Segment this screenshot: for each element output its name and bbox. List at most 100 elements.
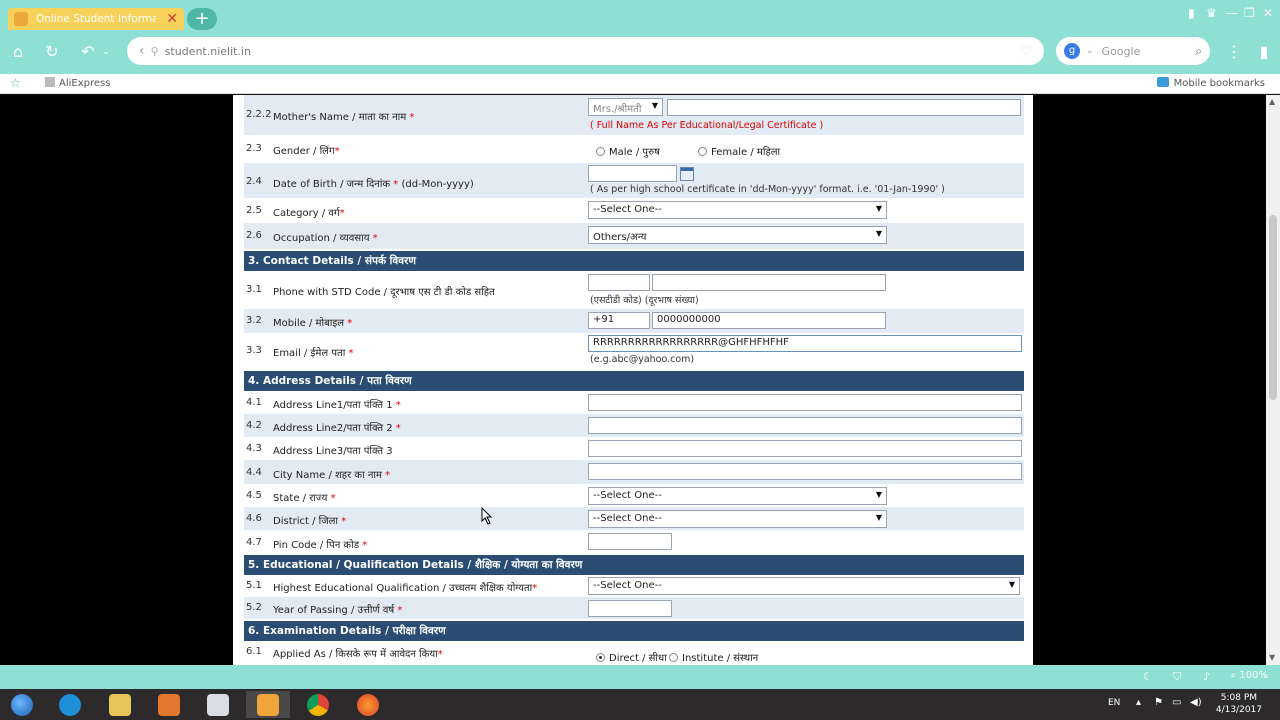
row-gender: 2.3 Gender / लिंग* Male / पुरुष Female /… <box>244 135 1024 163</box>
state-select-value: --Select One-- <box>593 490 662 501</box>
network-icon[interactable]: ▭ <box>1172 697 1181 708</box>
taskbar-chrome[interactable] <box>296 691 340 718</box>
mobile-number-input[interactable]: 0000000000 <box>652 312 886 329</box>
undo-dropdown-icon[interactable]: ⌄ <box>94 40 118 64</box>
title-select[interactable]: Mrs./श्रीमती ▼ <box>588 98 663 116</box>
scroll-down-icon[interactable]: ▼ <box>1269 653 1275 662</box>
field-label: Occupation / व्यवसाय * <box>273 230 378 244</box>
gender-male-radio[interactable]: Male / पुरुष <box>596 144 660 158</box>
address-line1-input[interactable] <box>588 394 1022 411</box>
row-address-line1: 4.1 Address Line1/पता पंक्ति 1 * <box>244 391 1024 414</box>
row-city-name: 4.4 City Name / शहर का नाम * <box>244 460 1024 484</box>
bookmark-aliexpress[interactable]: AliExpress <box>45 77 110 89</box>
date-of-birth-input[interactable] <box>588 165 677 182</box>
std-code-input[interactable] <box>588 274 650 291</box>
email-input[interactable]: RRRRRRRRRRRRRRRRRR@GHFHFHFHF <box>588 335 1022 352</box>
restore-icon[interactable]: ❐ <box>1244 6 1255 20</box>
label-text: Highest Educational Qualification / उच्च… <box>273 583 533 594</box>
country-code-input[interactable]: +91 <box>588 312 650 329</box>
scrollbar-thumb[interactable] <box>1269 215 1277 400</box>
mothers-name-input[interactable] <box>667 99 1021 116</box>
row-number: 4.1 <box>246 397 262 408</box>
tab-online-student-information[interactable]: Online Student Information ✕ <box>8 8 184 30</box>
volume-icon[interactable]: ◀) <box>1190 697 1202 708</box>
highest-qualification-select[interactable]: --Select One-- ▼ <box>588 577 1020 595</box>
district-select[interactable]: --Select One-- ▼ <box>588 510 887 528</box>
taskbar-internet-explorer[interactable] <box>48 691 92 718</box>
flag-icon[interactable]: ⚑ <box>1154 697 1163 708</box>
dropdown-arrow-icon: ▼ <box>1008 580 1015 589</box>
language-indicator[interactable]: EN <box>1108 698 1120 708</box>
speaker-icon[interactable]: ♪ <box>1203 670 1210 683</box>
row-number: 4.2 <box>246 420 262 431</box>
address-line2-input[interactable] <box>588 417 1022 434</box>
row-number: 2.5 <box>246 205 262 216</box>
taskbar-media-player[interactable] <box>147 691 191 718</box>
scroll-up-icon[interactable]: ▲ <box>1269 97 1275 106</box>
taskbar-calculator[interactable] <box>196 691 240 718</box>
radio-circle[interactable] <box>596 147 605 156</box>
date-of-birth-hint: ( As per high school certificate in 'dd-… <box>590 184 945 195</box>
taskbar-file-explorer[interactable] <box>98 691 142 718</box>
occupation-select[interactable]: Others/अन्य ▼ <box>588 226 887 244</box>
home-icon[interactable]: ⌂ <box>6 40 30 64</box>
row-number: 4.5 <box>246 490 262 501</box>
label-text: Date of Birth / जन्म दिनांक <box>273 179 394 190</box>
field-label: Mother's Name / माता का नाम * <box>273 109 414 123</box>
night-mode-icon[interactable]: ☾ <box>1143 670 1153 683</box>
radio-label: Direct / सीधा <box>609 653 667 664</box>
label-text: Address Line1/पता पंक्ति 1 <box>273 400 396 411</box>
search-icon[interactable]: ⌕ <box>1195 44 1202 59</box>
label-text: Gender / लिंग <box>273 146 335 157</box>
search-engine-dropdown-icon[interactable]: ⌄ <box>1086 46 1094 56</box>
gender-female-radio[interactable]: Female / महिला <box>698 144 780 158</box>
applied-as-direct-radio[interactable]: Direct / सीधा <box>596 650 667 664</box>
field-label: Category / वर्ग* <box>273 205 345 219</box>
shield-icon[interactable]: ⛉ <box>1173 670 1181 684</box>
minimize-icon[interactable]: — <box>1226 6 1238 20</box>
applied-as-institute-radio[interactable]: Institute / संस्थान <box>669 650 758 664</box>
year-of-passing-input[interactable] <box>588 600 672 617</box>
radio-circle[interactable] <box>698 147 707 156</box>
required-mark: * <box>409 112 415 123</box>
state-select[interactable]: --Select One-- ▼ <box>588 487 887 505</box>
more-menu-icon[interactable]: ⋮ <box>1222 40 1246 64</box>
new-tab-button[interactable]: + <box>187 8 217 30</box>
show-hidden-icons-icon[interactable]: ▴ <box>1136 697 1141 708</box>
field-label: Address Line3/पता पंक्ति 3 <box>273 446 393 457</box>
reload-icon[interactable]: ↻ <box>40 40 64 64</box>
row-number: 2.6 <box>246 230 262 241</box>
bookmark-star-icon[interactable]: ☆ <box>10 76 21 90</box>
city-name-input[interactable] <box>588 463 1022 480</box>
vertical-scrollbar[interactable]: ▲ ▼ <box>1266 95 1280 665</box>
title-select-value: Mrs./श्रीमती <box>593 104 642 115</box>
label-text: Pin Code / पिन कोड <box>273 540 363 551</box>
start-button[interactable] <box>0 691 44 718</box>
radio-circle-selected[interactable] <box>596 653 605 662</box>
taskbar-browser[interactable] <box>246 691 290 718</box>
taskbar-firefox[interactable] <box>346 691 390 718</box>
radio-circle[interactable] <box>669 653 678 662</box>
phone-number-input[interactable] <box>652 274 886 291</box>
system-clock[interactable]: 5:08 PM 4/13/2017 <box>1216 692 1262 716</box>
category-select[interactable]: --Select One-- ▼ <box>588 201 887 219</box>
address-line3-input[interactable] <box>588 440 1022 457</box>
search-box[interactable]: g ⌄ Google ⌕ <box>1056 37 1210 65</box>
browser-status-bar: ☾ ⛉ ♪ ⌕ 100% <box>0 665 1280 689</box>
favorite-icon[interactable]: ♡ <box>1020 44 1032 59</box>
row-pin-code: 4.7 Pin Code / पिन कोड * <box>244 530 1024 554</box>
zoom-level[interactable]: ⌕ 100% <box>1231 670 1268 681</box>
system-tray: EN ▴ ⚑ ▭ ◀) 5:08 PM 4/13/2017 <box>1080 689 1280 720</box>
back-icon[interactable]: ‹ <box>139 43 145 59</box>
sidebar-toggle-icon[interactable]: ▮ <box>1252 40 1276 64</box>
menu-icon[interactable]: ▮ <box>1188 6 1195 20</box>
close-window-icon[interactable]: ✕ <box>1263 6 1273 20</box>
close-tab-icon[interactable]: ✕ <box>166 11 178 27</box>
pin-code-input[interactable] <box>588 533 672 550</box>
address-bar[interactable]: ‹ ⚲ student.nielit.in ♡ <box>127 37 1044 65</box>
search-engine-icon[interactable]: g <box>1064 43 1080 59</box>
bookmark-mobile[interactable]: Mobile bookmarks <box>1156 77 1265 89</box>
calendar-icon[interactable] <box>680 167 694 181</box>
clock-date: 4/13/2017 <box>1215 705 1262 715</box>
skin-icon[interactable]: ♛ <box>1206 6 1217 20</box>
